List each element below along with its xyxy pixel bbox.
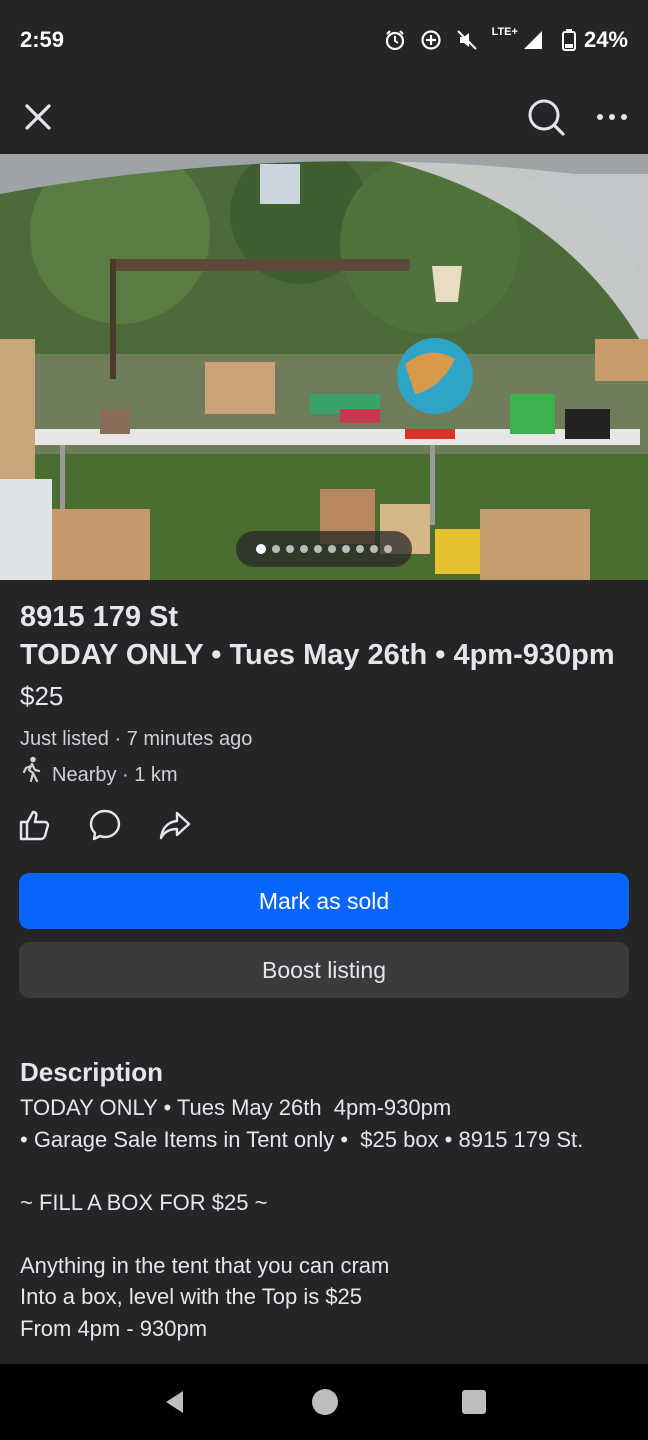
- photo-dot[interactable]: [342, 545, 350, 553]
- battery-percent: 24%: [583, 27, 628, 52]
- description-line: From 4pm - 930pm: [20, 1315, 208, 1341]
- description-line: TODAY ONLY • Tues May 26th 4pm-930pm: [20, 1095, 452, 1120]
- listed-time: Just listed · 7 minutes ago: [20, 728, 253, 750]
- description-line: Anything in the tent that you can cram: [20, 1252, 390, 1278]
- listing-photo[interactable]: [0, 154, 648, 580]
- photo-dot[interactable]: [272, 545, 280, 553]
- description-line: Into a box, level with the Top is $25: [20, 1284, 363, 1309]
- listing-title: TODAY ONLY • Tues May 26th • 4pm-930pm: [20, 639, 615, 671]
- photo-dot[interactable]: [286, 545, 294, 553]
- description-line: ~ FILL A BOX FOR $25 ~: [20, 1189, 268, 1215]
- boost-listing-button[interactable]: Boost listing: [19, 942, 629, 998]
- photo-dot[interactable]: [300, 545, 308, 553]
- battery-icon: [558, 29, 580, 51]
- listing-price: $25: [20, 681, 64, 711]
- more-icon[interactable]: [594, 107, 630, 127]
- network-type: LTE+: [491, 26, 518, 38]
- thumbs-up-icon[interactable]: [18, 808, 52, 842]
- system-nav-bar: [0, 1364, 648, 1440]
- description-section: Description TODAY ONLY • Tues May 26th 4…: [20, 1052, 630, 1344]
- home-icon[interactable]: [311, 1388, 339, 1416]
- location-row: Nearby · 1 km: [20, 756, 628, 793]
- description-line: [20, 1218, 630, 1250]
- signal-icon: [522, 29, 544, 51]
- photo-dot[interactable]: [314, 545, 322, 553]
- photo-dot[interactable]: [384, 545, 392, 553]
- listing-actions: [18, 808, 192, 842]
- photo-pagination[interactable]: [236, 531, 412, 567]
- photo-illustration: [0, 154, 648, 580]
- mute-icon: [456, 29, 478, 51]
- listing-address: 8915 179 St: [20, 601, 179, 633]
- description-line: • Garage Sale Items in Tent only • $25 b…: [20, 1126, 584, 1152]
- photo-dot[interactable]: [370, 545, 378, 553]
- mark-as-sold-button[interactable]: Mark as sold: [19, 873, 629, 929]
- status-time: 2:59: [20, 27, 65, 52]
- photo-dot[interactable]: [328, 545, 336, 553]
- listing-info: 8915 179 St TODAY ONLY • Tues May 26th •…: [20, 598, 628, 793]
- top-app-bar: [0, 80, 648, 154]
- recents-icon[interactable]: [461, 1389, 487, 1415]
- comment-icon[interactable]: [88, 808, 122, 842]
- close-icon[interactable]: [18, 97, 58, 137]
- status-icons: LTE+ 24%: [384, 26, 628, 53]
- description-line: [20, 1155, 630, 1187]
- search-icon[interactable]: [524, 95, 568, 139]
- walking-person-icon: [20, 756, 44, 793]
- share-icon[interactable]: [158, 808, 192, 842]
- back-icon[interactable]: [161, 1388, 189, 1416]
- nearby-distance: Nearby · 1 km: [52, 763, 178, 786]
- photo-dot[interactable]: [256, 544, 266, 554]
- description-heading: Description: [20, 1057, 164, 1087]
- status-bar: 2:59 LTE+ 24%: [0, 0, 648, 80]
- photo-dot[interactable]: [356, 545, 364, 553]
- alarm-icon: [384, 29, 406, 51]
- data-saver-icon: [420, 29, 442, 51]
